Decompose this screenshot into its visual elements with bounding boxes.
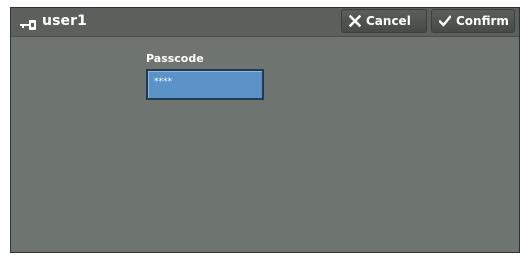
user-name-title: user1 [42, 13, 87, 29]
passcode-input[interactable]: **** [146, 69, 264, 100]
key-icon [20, 16, 38, 30]
login-panel: user1 Cancel Confirm Passcode **** [10, 7, 520, 253]
checkmark-icon [439, 15, 451, 27]
confirm-button[interactable]: Confirm [431, 9, 515, 33]
passcode-label: Passcode [146, 52, 204, 65]
title-bar: user1 Cancel Confirm [11, 8, 519, 37]
confirm-button-label: Confirm [456, 14, 509, 28]
cancel-button-label: Cancel [366, 14, 411, 28]
cancel-button[interactable]: Cancel [341, 9, 427, 33]
close-icon [349, 15, 361, 27]
